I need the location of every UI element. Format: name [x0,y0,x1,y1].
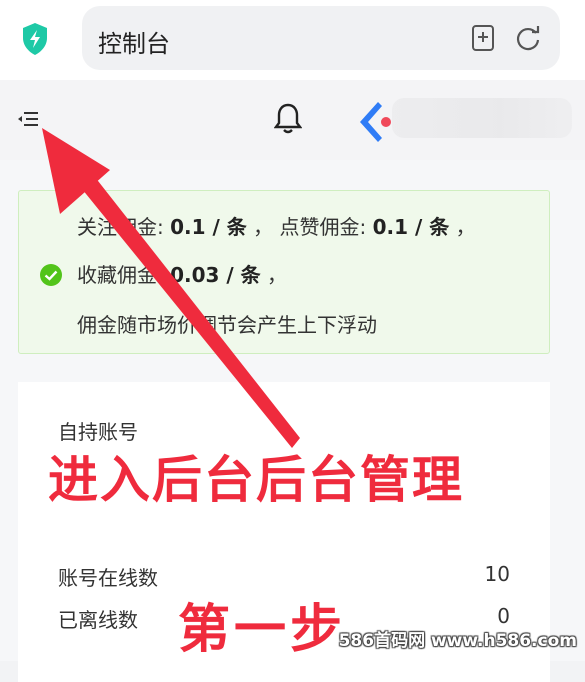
shield-icon[interactable] [20,21,50,57]
menu-collapse-icon[interactable] [16,110,40,130]
commission-notice: 关注佣金: 0.1 / 条 ， 点赞佣金: 0.1 / 条 ， 收藏佣金: 0.… [18,190,550,354]
separator: ， [253,215,274,239]
check-circle-icon [40,264,62,286]
notice-line-3: 佣金随市场价调节会产生上下浮动 [77,313,377,337]
online-count-label: 账号在线数 [58,566,158,590]
separator: ， [267,263,288,287]
notice-line-1: 关注佣金: 0.1 / 条 ， 点赞佣金: 0.1 / 条 ， [77,211,476,240]
annotation-title: 进入后台后台管理 [48,451,464,509]
offline-count-label: 已离线数 [58,608,138,632]
reload-icon[interactable] [514,24,542,52]
favorite-commission-value: 0.03 / 条 [170,263,261,287]
bell-icon[interactable] [274,102,302,136]
watermark: 586首码网 www.h586.com [338,631,577,651]
online-count-value: 10 [484,562,510,586]
address-bar[interactable]: 控制台 [82,6,560,70]
annotation-step: 第一步 [178,600,347,660]
offline-count-value: 0 [497,604,510,628]
separator: ， [455,215,476,239]
address-text[interactable]: 控制台 [98,24,170,59]
favorite-commission-label: 收藏佣金: [77,263,164,287]
follow-commission-label: 关注佣金: [77,215,164,239]
like-commission-value: 0.1 / 条 [372,215,450,239]
browser-bar: 控制台 [0,0,585,80]
app-header [0,80,585,161]
blurred-region [392,98,572,138]
follow-commission-value: 0.1 / 条 [170,215,247,239]
notice-line-2: 收藏佣金: 0.03 / 条 ， [77,259,287,288]
app-logo-icon [360,102,391,142]
like-commission-label: 点赞佣金: [279,215,367,239]
bookmark-add-icon[interactable] [470,24,496,52]
main-content: 关注佣金: 0.1 / 条 ， 点赞佣金: 0.1 / 条 ， 收藏佣金: 0.… [0,160,585,682]
